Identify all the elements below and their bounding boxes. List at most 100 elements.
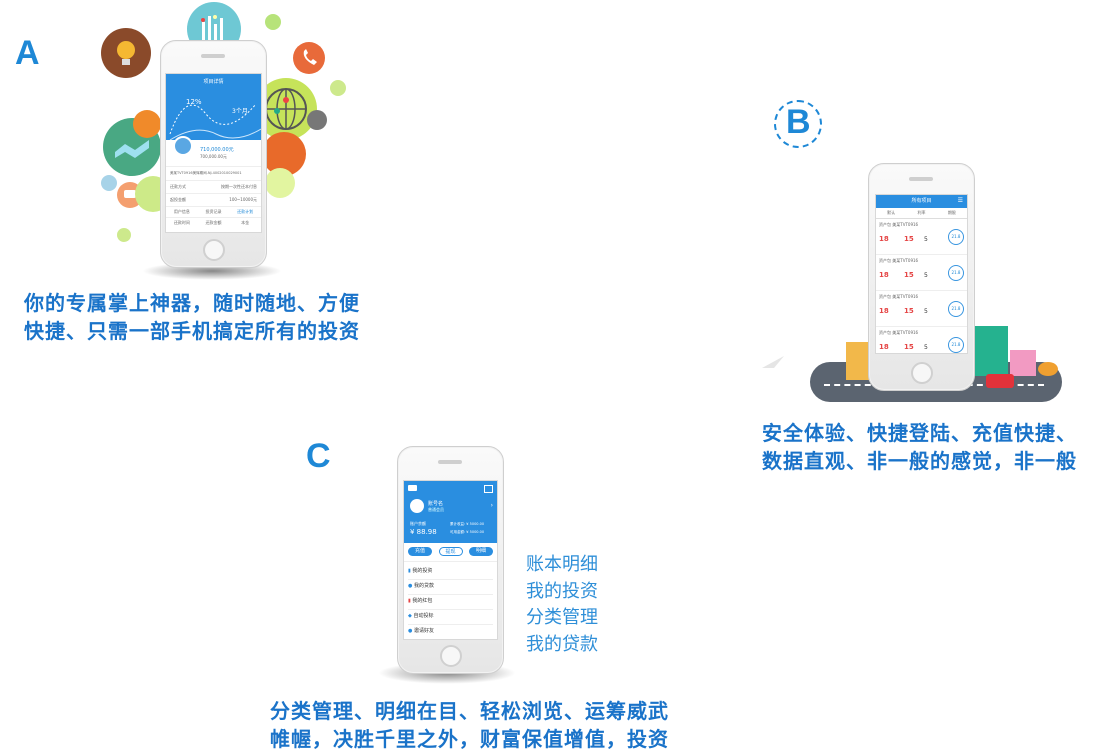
mail-icon[interactable] bbox=[408, 485, 417, 491]
list-item[interactable]: 资产包 美某TVT0916 18 15 5 21.8 bbox=[876, 291, 967, 327]
building bbox=[1010, 350, 1036, 376]
item-term: 5 bbox=[924, 236, 928, 243]
home-button bbox=[203, 239, 225, 261]
col-repay-amount: 还款金额 bbox=[205, 220, 222, 225]
amount-value: 710,000.00元 bbox=[200, 147, 234, 153]
menu-invite-friends[interactable]: ● 邀请好友 bbox=[408, 624, 493, 639]
phone-b: 所有项目 ☰ 默认 利率 期限 资产包 美某TVT0916 18 15 5 21… bbox=[868, 163, 975, 391]
caption-line: 分类管理、明细在目、轻松浏览、运筹威武 bbox=[270, 699, 669, 723]
tree-icon bbox=[1038, 362, 1058, 376]
item-term: 5 bbox=[924, 308, 928, 315]
decor-dot bbox=[117, 228, 131, 242]
logout-icon[interactable] bbox=[484, 485, 493, 493]
amount-box: 710,000.00元 700,000.00元 bbox=[166, 136, 261, 167]
decor-dot bbox=[101, 175, 117, 191]
item-rate: 18 bbox=[879, 235, 889, 243]
list-header: 所有项目 ☰ bbox=[876, 195, 967, 208]
menu-label: 我的投资 bbox=[412, 568, 433, 574]
phone-speaker bbox=[201, 54, 225, 58]
sort-term[interactable]: 期限 bbox=[937, 208, 967, 218]
start-value: 100~10000元 bbox=[229, 197, 257, 202]
caption-line: 安全体验、快捷登陆、充值快捷、 bbox=[762, 421, 1077, 445]
item-label: 资产包 美某TVT0916 bbox=[879, 294, 919, 299]
feature-item: 我的贷款 bbox=[526, 633, 598, 655]
phone-a: 项目详情 12% 3个月 710,000.00元 700,000.00元 美某T… bbox=[160, 40, 267, 268]
bus-icon bbox=[986, 374, 1014, 388]
lightbulb-icon bbox=[101, 28, 151, 78]
caption-line: 数据直观、非一般的感觉，非一般 bbox=[762, 449, 1077, 473]
feature-list: 账本明细 我的投资 分类管理 我的贷款 bbox=[526, 552, 598, 658]
decor-dot bbox=[265, 14, 281, 30]
item-term: 5 bbox=[924, 272, 928, 279]
phone-c-screen: 账号名 普通会员 › 账户余额 ¥ 88.98 累计收益: ¥ 5000.00 … bbox=[403, 480, 498, 640]
item-rate2: 15 bbox=[904, 307, 914, 315]
item-term: 5 bbox=[924, 344, 928, 351]
caption-line: 你的专属掌上神器，随时随地、方便 bbox=[24, 291, 360, 315]
balance-value: ¥ 88.98 bbox=[410, 528, 437, 536]
repay-row: 还款方式 按期一次性还本付息 bbox=[166, 181, 261, 194]
list-item[interactable]: 资产包 美某TVT0916 18 15 5 21.8 bbox=[876, 327, 967, 353]
list-item[interactable]: 资产包 美某TVT0916 18 15 5 21.8 bbox=[876, 219, 967, 255]
paper-plane-icon bbox=[762, 356, 784, 368]
feature-item: 我的投资 bbox=[526, 580, 598, 602]
menu-label: 自动投标 bbox=[413, 613, 434, 619]
tab-user-info[interactable]: 用户信息 bbox=[166, 207, 198, 217]
section-b-letter: B bbox=[786, 103, 811, 141]
home-button bbox=[911, 362, 933, 384]
decor-dot bbox=[265, 168, 295, 198]
gear-icon bbox=[307, 110, 327, 130]
menu-auto-bid[interactable]: ◆ 自动投标 bbox=[408, 609, 493, 625]
sort-bar: 默认 利率 期限 bbox=[876, 208, 967, 219]
balance-label: 账户余额 bbox=[410, 521, 426, 526]
avatar bbox=[410, 499, 424, 513]
list-item[interactable]: 资产包 美某TVT0916 18 15 5 21.8 bbox=[876, 255, 967, 291]
section-c-letter: C bbox=[306, 437, 331, 475]
rate-value: 12% bbox=[186, 98, 202, 106]
avatar bbox=[173, 136, 193, 156]
project-code: 美某TVT0916美辉期间-NJ-4002010029001 bbox=[166, 167, 261, 181]
menu-label: 邀请好友 bbox=[413, 628, 434, 634]
sort-default[interactable]: 默认 bbox=[876, 208, 906, 218]
withdraw-button[interactable]: 提现 bbox=[438, 547, 463, 556]
section-c-caption: 分类管理、明细在目、轻松浏览、运筹威武 帷幄，决胜千里之外，财富保值增值，投资 bbox=[270, 697, 669, 753]
pen-icon bbox=[133, 110, 161, 138]
recharge-button[interactable]: 充值 bbox=[408, 547, 432, 556]
details-button[interactable]: 明细 bbox=[469, 547, 493, 556]
chevron-right-icon[interactable]: › bbox=[491, 502, 493, 509]
action-bar: 充值 提现 明细 bbox=[404, 543, 497, 562]
col-repay-time: 还款时间 bbox=[173, 220, 190, 225]
menu-label: 我的贷款 bbox=[413, 583, 434, 589]
item-rate: 18 bbox=[879, 271, 889, 279]
username: 账号名 bbox=[428, 501, 444, 507]
sort-rate[interactable]: 利率 bbox=[906, 208, 936, 218]
tab-repay-plan[interactable]: 还款计划 bbox=[229, 207, 261, 217]
repay-value: 按期一次性还本付息 bbox=[221, 184, 257, 189]
item-rate2: 15 bbox=[904, 235, 914, 243]
available-amount: 可用金额: ¥ 5000.00 bbox=[450, 530, 485, 534]
repay-table-header: 还款时间 还款金额 本金 bbox=[166, 218, 261, 228]
menu-my-loan[interactable]: ● 我的贷款 bbox=[408, 579, 493, 595]
col-principal: 本金 bbox=[241, 220, 250, 225]
detail-tabs[interactable]: 用户信息 投资记录 还款计划 bbox=[166, 207, 261, 218]
item-progress: 21.8 bbox=[948, 337, 964, 353]
remain-value: 700,000.00元 bbox=[200, 154, 227, 159]
months-value: 3个月 bbox=[232, 108, 248, 115]
menu-my-investment[interactable]: ▮ 我的投资 bbox=[408, 564, 493, 580]
start-row: 起投金额 100~10000元 bbox=[166, 194, 261, 207]
detail-header: 项目详情 12% 3个月 bbox=[166, 74, 261, 140]
start-label: 起投金额 bbox=[170, 197, 186, 202]
item-rate2: 15 bbox=[904, 271, 914, 279]
item-label: 资产包 美某TVT0916 bbox=[879, 258, 919, 263]
phone-a-screen: 项目详情 12% 3个月 710,000.00元 700,000.00元 美某T… bbox=[165, 73, 262, 233]
decor-dot bbox=[330, 80, 346, 96]
caption-line: 帷幄，决胜千里之外，财富保值增值，投资 bbox=[270, 727, 669, 751]
menu-icon[interactable]: ☰ bbox=[958, 198, 963, 204]
menu-red-packet[interactable]: ▮ 我的红包 bbox=[408, 594, 493, 610]
home-button bbox=[440, 645, 462, 667]
item-progress: 21.8 bbox=[948, 265, 964, 281]
phone-c: 账号名 普通会员 › 账户余额 ¥ 88.98 累计收益: ¥ 5000.00 … bbox=[397, 446, 504, 674]
menu-label: 我的红包 bbox=[412, 598, 433, 604]
section-a-caption: 你的专属掌上神器，随时随地、方便 快捷、只需一部手机搞定所有的投资 bbox=[24, 289, 360, 345]
building bbox=[970, 326, 1008, 376]
tab-invest-record[interactable]: 投资记录 bbox=[198, 207, 230, 217]
